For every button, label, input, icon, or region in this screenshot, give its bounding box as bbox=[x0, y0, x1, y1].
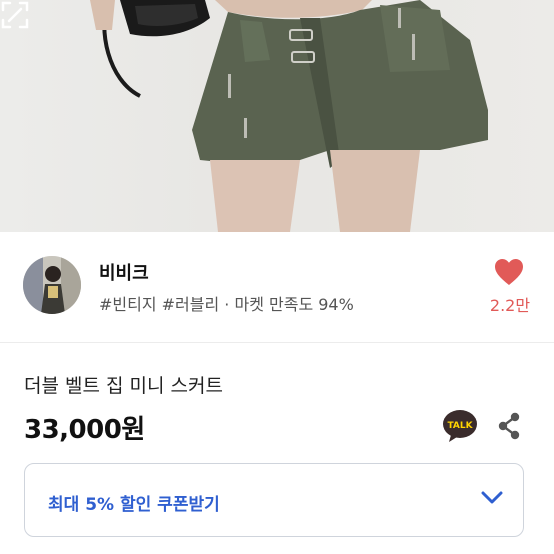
seller-tags: #빈티지 #러블리 · 마켓 만족도 94% bbox=[99, 295, 354, 314]
chevron-down-icon bbox=[481, 491, 503, 504]
avatar[interactable] bbox=[23, 256, 81, 314]
share-icon[interactable] bbox=[496, 411, 522, 441]
product-title: 더블 벨트 집 미니 스커트 bbox=[24, 375, 223, 397]
product-price: 33,000원 bbox=[24, 415, 145, 445]
product-image[interactable] bbox=[0, 0, 554, 232]
coupon-button[interactable]: 최대 5% 할인 쿠폰받기 bbox=[24, 463, 524, 537]
talk-label: TALK bbox=[447, 421, 473, 431]
product-photo bbox=[90, 0, 488, 232]
heart-icon[interactable] bbox=[494, 258, 524, 286]
seller-name[interactable]: 비비크 bbox=[99, 259, 149, 285]
expand-icon[interactable] bbox=[0, 0, 30, 30]
seller-section[interactable]: 비비크 #빈티지 #러블리 · 마켓 만족도 94% 2.2만 bbox=[0, 232, 554, 343]
coupon-label: 최대 5% 할인 쿠폰받기 bbox=[48, 495, 220, 515]
kakaotalk-icon[interactable]: TALK bbox=[442, 409, 478, 443]
like-count: 2.2만 bbox=[489, 296, 531, 315]
